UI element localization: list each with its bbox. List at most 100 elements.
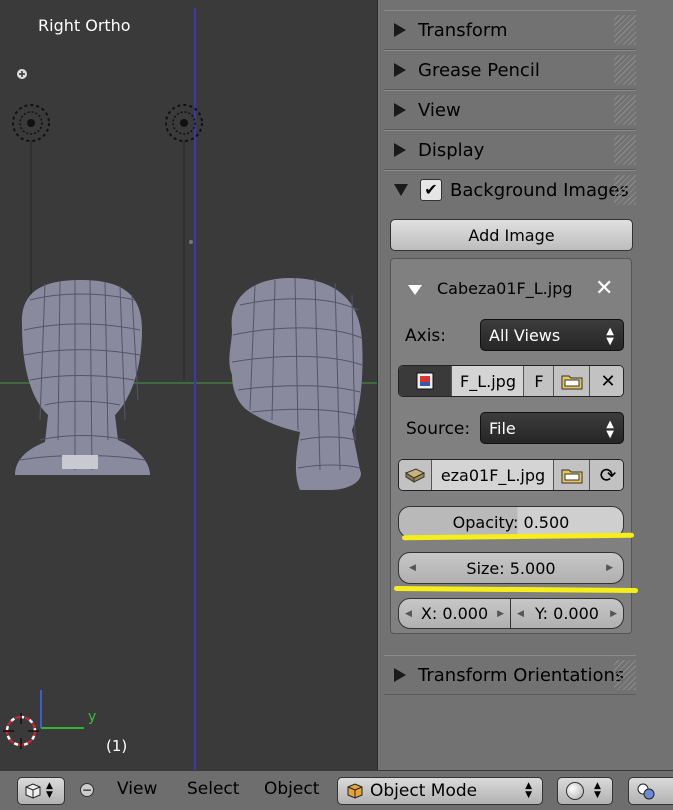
expand-triangle-icon: [394, 63, 406, 77]
mode-label: Object Mode: [370, 781, 478, 801]
increment-arrow-icon[interactable]: ▶: [606, 563, 613, 573]
panel-title: Display: [418, 139, 485, 161]
axis-dropdown-value: All Views: [489, 325, 561, 345]
x-icon: ✕: [600, 370, 616, 392]
object-menu[interactable]: Object: [264, 779, 319, 799]
head-mesh-side[interactable]: [229, 277, 363, 490]
panel-title: Background Images: [450, 179, 629, 201]
updown-arrow-icon: ▲ ▼: [594, 781, 601, 800]
reload-button[interactable]: ⟳: [589, 460, 623, 490]
3d-viewport[interactable]: Right Ortho y (1): [0, 0, 377, 770]
unlink-image-button[interactable]: ✕: [589, 366, 623, 396]
panel-title: View: [418, 99, 461, 121]
panel-view[interactable]: View: [384, 90, 636, 130]
fake-user-button[interactable]: F: [523, 366, 554, 396]
lamp-icon[interactable]: [165, 104, 203, 142]
drag-grip-icon[interactable]: [614, 15, 636, 45]
size-field[interactable]: ◀ Size: 5.000 ▶: [398, 552, 624, 584]
viewport-canvas: [0, 8, 377, 770]
expand-triangle-icon: [394, 668, 406, 682]
increment-arrow-icon[interactable]: ▶: [497, 609, 504, 619]
file-icon: [399, 460, 431, 490]
panel-display[interactable]: Display: [384, 130, 636, 170]
panel-background-images[interactable]: ✔ Background Images: [384, 170, 636, 209]
axis-y-label: y: [88, 709, 97, 725]
image-browse-button[interactable]: [399, 366, 451, 396]
axis-label: Axis:: [405, 326, 446, 346]
image-entry-collapse-icon[interactable]: [408, 285, 422, 295]
opacity-label: Opacity:: [452, 512, 519, 532]
drag-grip-icon[interactable]: [614, 175, 636, 205]
cube-icon: [25, 783, 41, 799]
view-name-label: Right Ortho: [38, 16, 131, 35]
3d-cursor-icon[interactable]: [3, 713, 39, 749]
object-mode-icon: [347, 783, 363, 799]
pivot-icon: [637, 783, 655, 800]
size-value: 5.000: [509, 558, 556, 578]
lamp-icon[interactable]: [12, 104, 50, 142]
decrement-arrow-icon[interactable]: ◀: [405, 609, 412, 619]
y-offset-field[interactable]: ◀ Y: 0.000 ▶: [510, 598, 624, 629]
opacity-value: 0.500: [523, 512, 570, 532]
checkmark-icon: ✔: [424, 180, 438, 199]
x-offset-field[interactable]: ◀ X: 0.000 ▶: [398, 598, 511, 629]
open-image-button[interactable]: [553, 366, 590, 396]
panel-title: Transform: [418, 19, 508, 41]
expand-triangle-icon: [394, 143, 406, 157]
drag-grip-icon[interactable]: [614, 660, 636, 690]
collapse-triangle-icon: [394, 184, 408, 196]
filepath-row: eza01F_L.jpg ⟳: [398, 459, 624, 491]
view-menu[interactable]: View: [117, 779, 157, 799]
decrement-arrow-icon[interactable]: ◀: [409, 563, 416, 573]
collapse-menu-icon[interactable]: −: [80, 783, 94, 797]
axis-dropdown[interactable]: All Views ▲ ▼: [480, 319, 624, 351]
folder-icon: [561, 469, 583, 484]
updown-arrow-icon: ▲ ▼: [46, 781, 53, 800]
source-dropdown[interactable]: File ▲ ▼: [480, 412, 624, 444]
image-entry-name: Cabeza01F_L.jpg: [437, 279, 573, 298]
mode-selector[interactable]: Object Mode ▲ ▼: [337, 777, 543, 805]
plus-icon: [17, 69, 27, 79]
decrement-arrow-icon[interactable]: ◀: [517, 609, 524, 619]
x-value: 0.000: [442, 604, 489, 623]
viewport-header: ▲ ▼ − View Select Object Object Mode ▲ ▼ ▲…: [0, 770, 673, 810]
axis-gizmo: [40, 690, 84, 729]
reload-icon: ⟳: [599, 463, 617, 487]
remove-image-icon[interactable]: ✕: [595, 276, 613, 301]
image-name-field[interactable]: F_L.jpg: [451, 366, 524, 396]
updown-arrow-icon: ▲ ▼: [525, 781, 532, 800]
y-value: 0.000: [553, 604, 599, 623]
x-label: X:: [420, 604, 438, 623]
pivot-point-selector[interactable]: [628, 777, 673, 805]
editor-type-selector[interactable]: ▲ ▼: [17, 777, 65, 805]
updown-arrow-icon: ▲ ▼: [606, 326, 614, 347]
source-label: Source:: [406, 419, 471, 439]
image-datablock-row: F_L.jpg F ✕: [398, 365, 624, 397]
y-label: Y:: [535, 604, 549, 623]
solid-shading-icon: [566, 782, 584, 800]
expand-triangle-icon: [394, 23, 406, 37]
increment-arrow-icon[interactable]: ▶: [610, 609, 617, 619]
panel-transform-orientations[interactable]: Transform Orientations: [384, 655, 636, 695]
panel-transform[interactable]: Transform: [384, 10, 636, 50]
browse-file-button[interactable]: [553, 460, 590, 490]
folder-icon: [561, 375, 583, 390]
frame-number-label: (1): [106, 737, 128, 755]
filepath-field[interactable]: eza01F_L.jpg: [431, 460, 554, 490]
drag-grip-icon[interactable]: [614, 55, 636, 85]
source-dropdown-value: File: [489, 418, 516, 438]
viewport-shading-selector[interactable]: ▲ ▼: [557, 777, 613, 805]
size-label: Size:: [466, 558, 505, 578]
head-mesh-front[interactable]: [15, 279, 150, 475]
drag-grip-icon[interactable]: [614, 135, 636, 165]
add-image-button[interactable]: Add Image: [390, 219, 633, 251]
updown-arrow-icon: ▲ ▼: [606, 419, 614, 440]
expand-triangle-icon: [394, 103, 406, 117]
panel-title: Transform Orientations: [418, 664, 625, 686]
select-menu[interactable]: Select: [187, 779, 239, 799]
panel-title: Grease Pencil: [418, 59, 540, 81]
panel-grease-pencil[interactable]: Grease Pencil: [384, 50, 636, 90]
drag-grip-icon[interactable]: [614, 95, 636, 125]
image-icon: [416, 372, 434, 390]
background-images-checkbox[interactable]: ✔: [420, 179, 442, 201]
